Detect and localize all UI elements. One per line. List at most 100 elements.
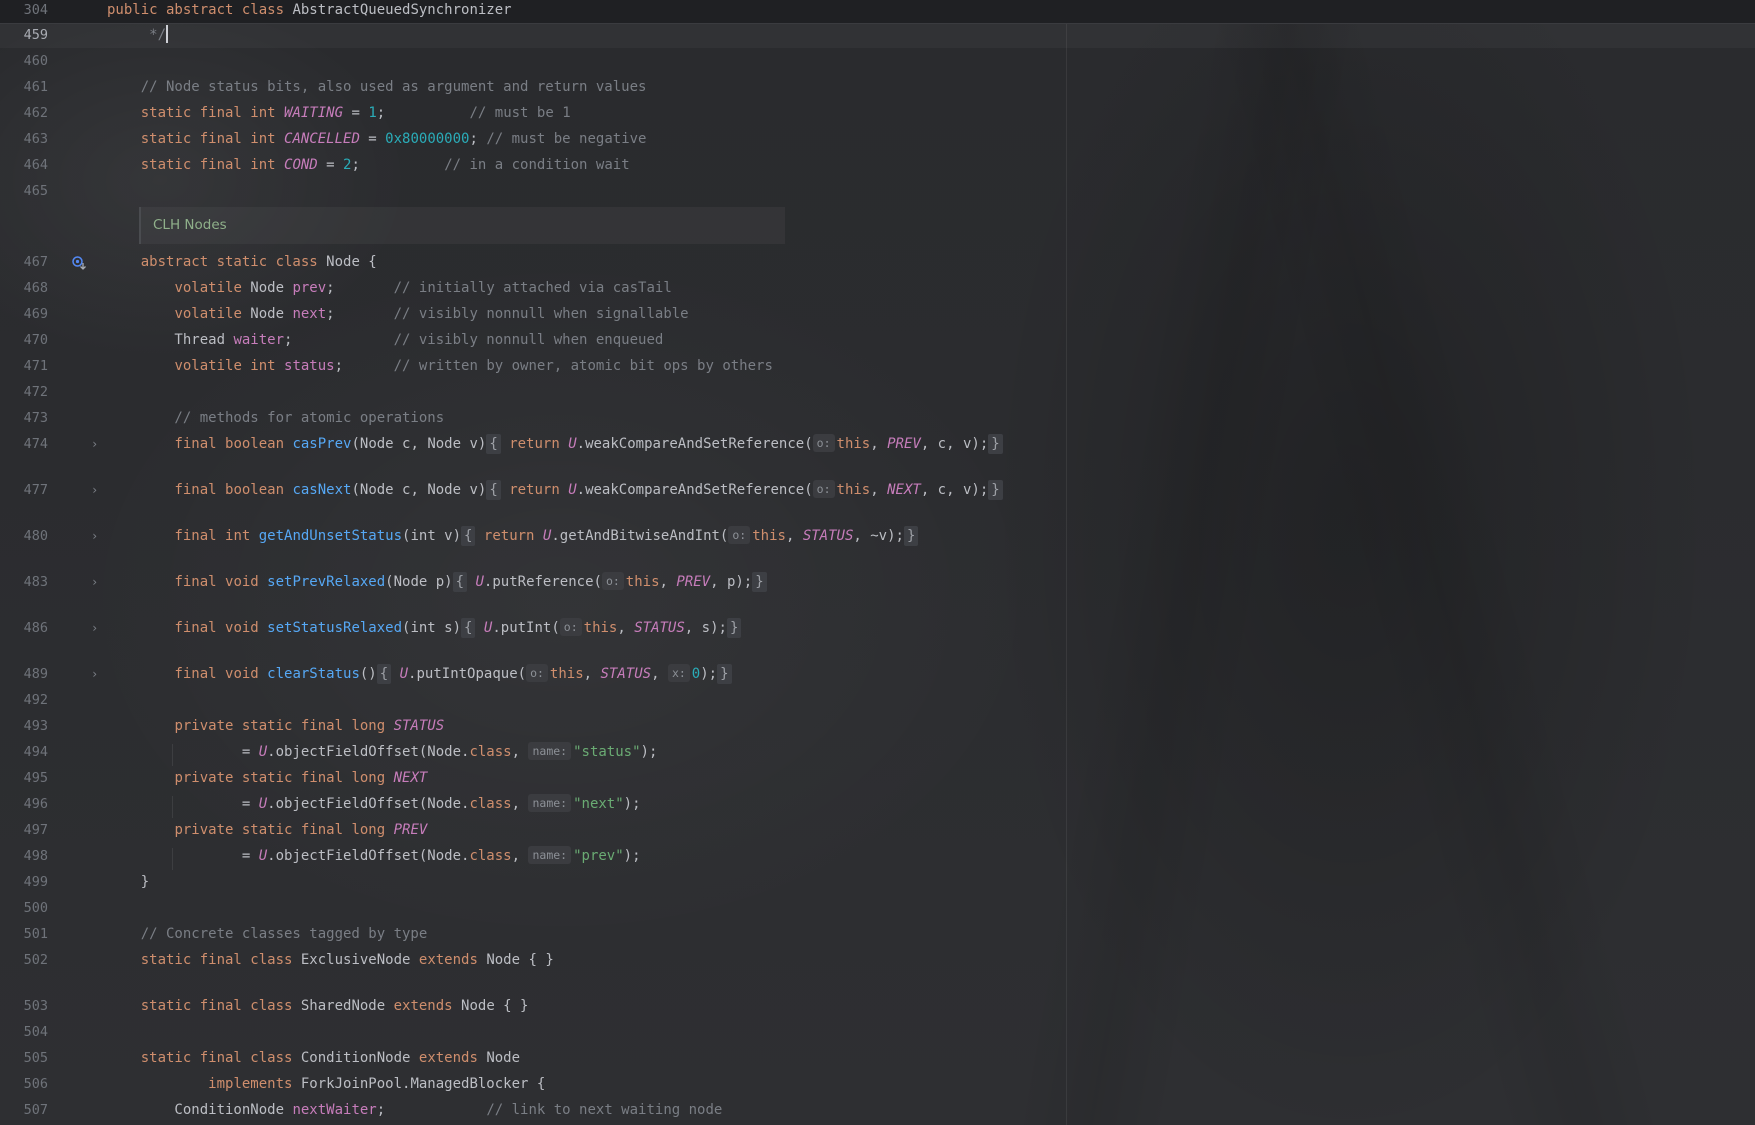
code-token[interactable]: );: [641, 744, 658, 760]
code-token[interactable]: ConditionNode: [301, 1050, 419, 1066]
code-token[interactable]: static final class: [141, 952, 301, 968]
code-token[interactable]: class: [469, 796, 511, 812]
code-token[interactable]: NEXT: [887, 482, 921, 498]
code-line[interactable]: 501 // Concrete classes tagged by type: [0, 921, 1755, 947]
line-number[interactable]: 494: [0, 739, 48, 765]
code-line[interactable]: 500: [0, 895, 1755, 921]
code-token[interactable]: ,: [512, 796, 529, 812]
line-number[interactable]: 471: [0, 353, 48, 379]
line-code[interactable]: */: [107, 22, 169, 48]
code-token[interactable]: [107, 157, 141, 173]
fold-expand-icon[interactable]: ›: [91, 569, 98, 595]
code-token[interactable]: U: [568, 482, 576, 498]
line-code[interactable]: volatile Node next; // visibly nonnull w…: [107, 301, 688, 327]
code-token[interactable]: static final int: [141, 131, 284, 147]
code-token[interactable]: // visibly nonnull when enqueued: [394, 332, 664, 348]
code-token[interactable]: */: [107, 27, 166, 43]
line-number[interactable]: 499: [0, 869, 48, 895]
code-token[interactable]: (): [360, 666, 377, 682]
code-token[interactable]: .putInt(: [492, 620, 559, 636]
line-code[interactable]: implements ForkJoinPool.ManagedBlocker {: [107, 1071, 545, 1097]
code-token[interactable]: ,: [512, 744, 529, 760]
code-token[interactable]: , c, v);: [921, 436, 988, 452]
line-number[interactable]: 462: [0, 100, 48, 126]
code-line[interactable]: 460: [0, 48, 1755, 74]
code-line[interactable]: 486 › final void setStatusRelaxed(int s){…: [0, 615, 1755, 641]
sticky-scroll-header[interactable]: 304 public abstract class AbstractQueued…: [0, 0, 1755, 24]
code-token[interactable]: [107, 998, 141, 1014]
code-token[interactable]: "status": [573, 744, 640, 760]
code-token[interactable]: STATUS: [634, 620, 685, 636]
line-code[interactable]: }: [107, 869, 149, 895]
code-token[interactable]: ConditionNode: [107, 1102, 292, 1118]
code-token[interactable]: this: [550, 666, 584, 682]
code-token[interactable]: ,: [584, 666, 601, 682]
line-code[interactable]: static final class ConditionNode extends…: [107, 1045, 520, 1071]
code-token[interactable]: Node: [250, 306, 292, 322]
code-token[interactable]: [107, 1076, 208, 1092]
line-code[interactable]: final boolean casNext(Node c, Node v){ r…: [107, 477, 1003, 503]
line-code[interactable]: static final int CANCELLED = 0x80000000;…: [107, 126, 647, 152]
code-token[interactable]: this: [626, 574, 660, 590]
code-token[interactable]: "prev": [573, 848, 624, 864]
line-code[interactable]: private static final long PREV: [107, 817, 427, 843]
code-token[interactable]: (Node p): [385, 574, 452, 590]
line-code[interactable]: // Node status bits, also used as argume…: [107, 74, 647, 100]
code-token[interactable]: public abstract class: [107, 2, 292, 18]
code-token[interactable]: U: [400, 666, 408, 682]
code-token[interactable]: ,: [870, 482, 887, 498]
code-line[interactable]: 505 static final class ConditionNode ext…: [0, 1045, 1755, 1071]
fold-expand-icon[interactable]: ›: [91, 477, 98, 503]
code-token[interactable]: (Node c, Node v): [351, 482, 486, 498]
code-token[interactable]: // Node status bits, also used as argume…: [107, 79, 647, 95]
code-line[interactable]: 504: [0, 1019, 1755, 1045]
code-token[interactable]: ,: [786, 528, 803, 544]
code-token[interactable]: STATUS: [601, 666, 652, 682]
line-code[interactable]: final void setStatusRelaxed(int s){ U.pu…: [107, 615, 742, 641]
line-number[interactable]: 496: [0, 791, 48, 817]
code-token[interactable]: this: [584, 620, 618, 636]
code-token[interactable]: final boolean: [174, 482, 292, 498]
code-token[interactable]: =: [343, 105, 368, 121]
code-token[interactable]: [107, 1050, 141, 1066]
code-token[interactable]: ;: [469, 131, 486, 147]
code-token[interactable]: .objectFieldOffset(Node.: [267, 744, 469, 760]
code-line[interactable]: 497 private static final long PREV: [0, 817, 1755, 843]
code-token[interactable]: setPrevRelaxed: [267, 574, 385, 590]
code-token[interactable]: final void: [174, 574, 267, 590]
line-number[interactable]: 501: [0, 921, 48, 947]
code-token[interactable]: .objectFieldOffset(Node.: [267, 796, 469, 812]
line-code[interactable]: // Concrete classes tagged by type: [107, 921, 428, 947]
line-number[interactable]: 477: [0, 477, 48, 503]
code-token[interactable]: getAndUnsetStatus: [259, 528, 402, 544]
line-number[interactable]: 463: [0, 126, 48, 152]
code-token[interactable]: [107, 822, 174, 838]
code-token[interactable]: U: [475, 574, 483, 590]
code-token[interactable]: .weakCompareAndSetReference(: [577, 482, 813, 498]
code-token[interactable]: U: [259, 848, 267, 864]
line-code[interactable]: static final class ExclusiveNode extends…: [107, 947, 554, 973]
line-number[interactable]: 467: [0, 249, 48, 275]
folded-brace[interactable]: {: [461, 526, 476, 546]
code-line[interactable]: 483 › final void setPrevRelaxed(Node p){ …: [0, 569, 1755, 595]
code-token[interactable]: ;: [377, 105, 470, 121]
code-token[interactable]: Node: [486, 1050, 520, 1066]
code-token[interactable]: U: [568, 436, 576, 452]
folded-brace[interactable]: }: [988, 434, 1003, 454]
code-token[interactable]: status: [284, 358, 335, 374]
code-line[interactable]: 493 private static final long STATUS: [0, 713, 1755, 739]
code-line[interactable]: 502 static final class ExclusiveNode ext…: [0, 947, 1755, 973]
line-number[interactable]: 504: [0, 1019, 48, 1045]
code-line[interactable]: 503 static final class SharedNode extend…: [0, 993, 1755, 1019]
line-number[interactable]: 465: [0, 178, 48, 204]
line-number[interactable]: 505: [0, 1045, 48, 1071]
code-token[interactable]: [107, 952, 141, 968]
code-token[interactable]: 1: [368, 105, 376, 121]
code-token[interactable]: casPrev: [292, 436, 351, 452]
code-token[interactable]: ,: [870, 436, 887, 452]
line-code[interactable]: final boolean casPrev(Node c, Node v){ r…: [107, 431, 1003, 457]
line-number[interactable]: 468: [0, 275, 48, 301]
code-token[interactable]: [107, 482, 174, 498]
code-line[interactable]: 506 implements ForkJoinPool.ManagedBlock…: [0, 1071, 1755, 1097]
line-number[interactable]: 495: [0, 765, 48, 791]
